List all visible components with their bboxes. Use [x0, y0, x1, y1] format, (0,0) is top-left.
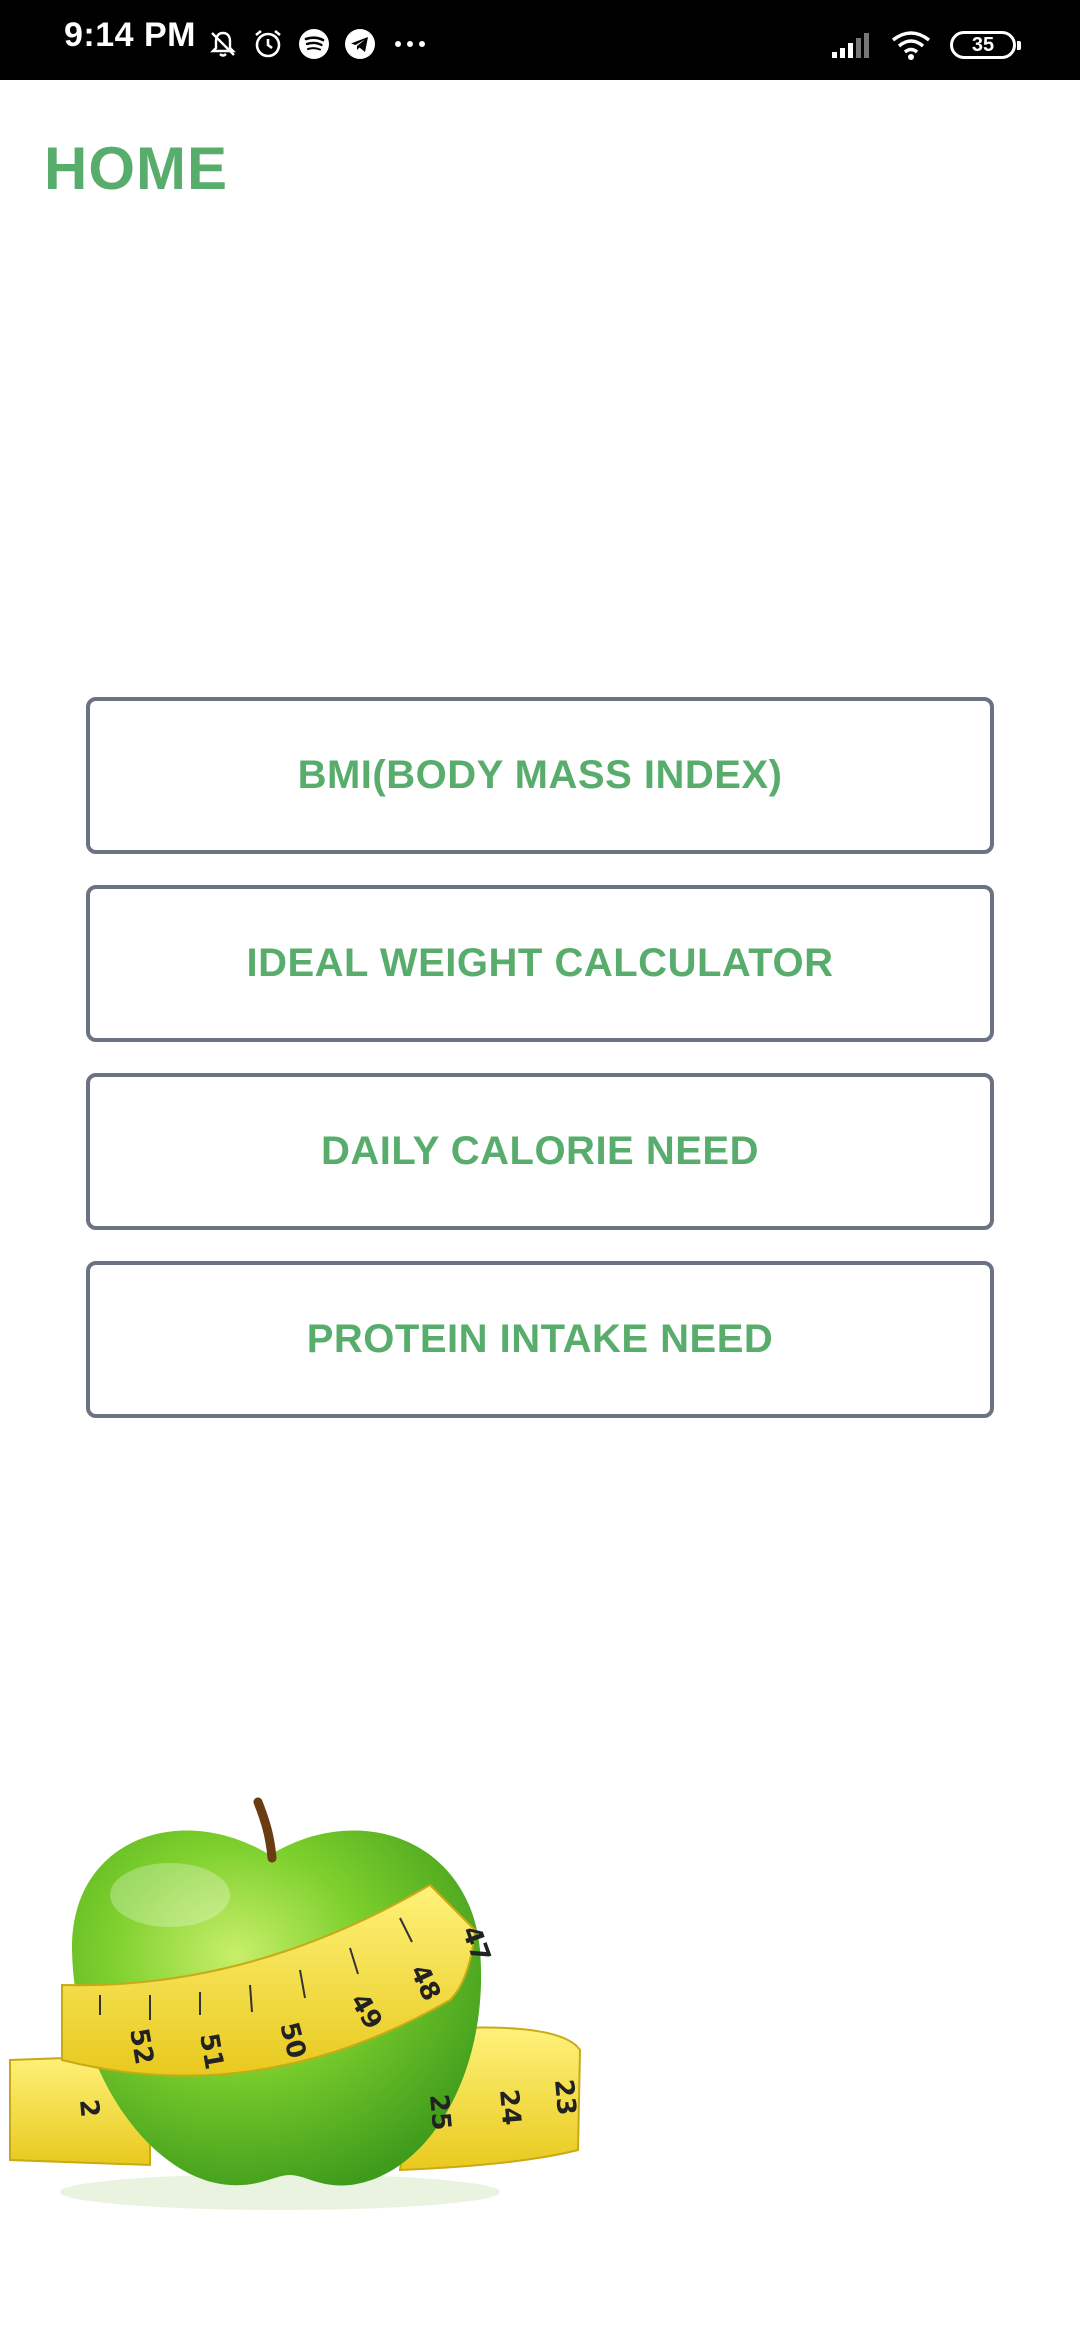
mute-icon	[210, 31, 236, 57]
status-bar: 9:14 PM 35	[0, 0, 1080, 80]
protein-intake-need-button-label: PROTEIN INTAKE NEED	[306, 1317, 774, 1361]
bmi-button-label: BMI(BODY MASS INDEX)	[297, 753, 783, 797]
page-title: HOME	[44, 135, 228, 202]
tape-number: 51	[193, 2031, 229, 2072]
alarm-icon	[255, 29, 281, 58]
tape-number: 25	[423, 2093, 456, 2132]
protein-intake-need-button[interactable]: PROTEIN INTAKE NEED	[86, 1261, 994, 1418]
more-dots-icon	[395, 41, 425, 47]
ideal-weight-calculator-button-label: IDEAL WEIGHT CALCULATOR	[246, 941, 834, 985]
status-system-icons: 35	[830, 30, 1021, 60]
daily-calorie-need-button[interactable]: DAILY CALORIE NEED	[86, 1073, 994, 1230]
spotify-icon	[299, 29, 329, 59]
battery-level: 35	[971, 33, 995, 56]
apple-measuring-tape-illustration: 47 48 49 50 51 52 2 25 24 23	[9, 1797, 581, 2210]
bmi-button[interactable]: BMI(BODY MASS INDEX)	[86, 697, 994, 854]
tape-number: 23	[548, 2078, 581, 2117]
tape-number: 2	[73, 2098, 104, 2119]
status-time: 9:14 PM	[64, 16, 196, 54]
tape-number: 24	[493, 2088, 526, 2127]
wifi-icon	[891, 31, 931, 60]
status-notification-icons	[208, 28, 430, 60]
signal-icon	[832, 33, 869, 58]
tape-number: 52	[123, 2026, 159, 2067]
battery-icon: 35	[950, 31, 1021, 59]
daily-calorie-need-button-label: DAILY CALORIE NEED	[321, 1129, 759, 1173]
ideal-weight-calculator-button[interactable]: IDEAL WEIGHT CALCULATOR	[86, 885, 994, 1042]
telegram-icon	[345, 29, 375, 59]
